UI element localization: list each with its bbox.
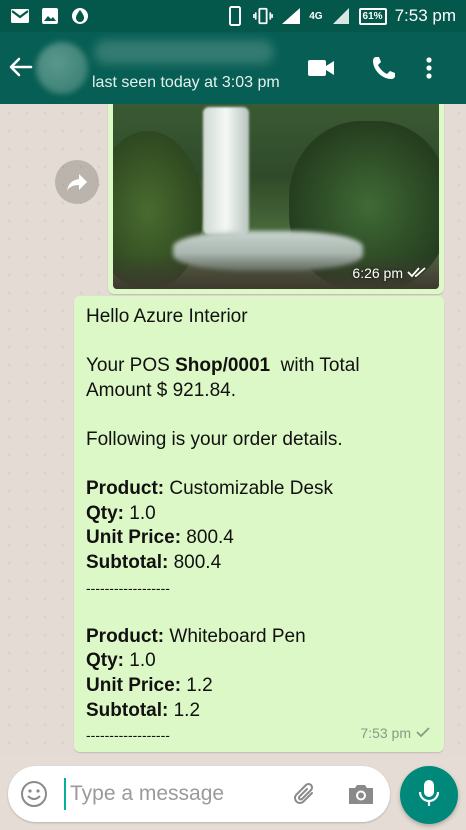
gmail-icon <box>10 7 30 25</box>
microphone-icon <box>417 778 441 813</box>
chat-area[interactable]: 6:26 pm Hello Azure Interior Your POS Sh… <box>0 104 466 756</box>
item-product: Whiteboard Pen <box>164 625 306 647</box>
attach-icon[interactable] <box>290 779 320 809</box>
gallery-icon <box>40 7 60 25</box>
image-message-time: 6:26 pm <box>352 265 427 281</box>
data-saver-icon <box>70 7 90 25</box>
video-call-icon[interactable] <box>306 54 336 82</box>
text-message-time: 7:53 pm <box>360 721 430 746</box>
signal-icon-2 <box>331 7 351 25</box>
message-input[interactable] <box>64 778 284 810</box>
more-options-icon[interactable] <box>424 54 454 82</box>
camera-icon[interactable] <box>346 780 376 808</box>
last-seen-text: last seen today at 3:03 pm <box>92 74 280 91</box>
order-item: Product: Customizable Desk Qty: 1.0 Unit… <box>86 477 432 600</box>
back-arrow-icon[interactable] <box>8 54 34 80</box>
text-message[interactable]: Hello Azure Interior Your POS Shop/0001 … <box>74 296 444 752</box>
item-subtotal: 1.2 <box>168 699 201 721</box>
item-unit-price: 800.4 <box>181 527 234 549</box>
item-separator: ------------------ <box>86 579 170 596</box>
network-type: 4G <box>309 10 323 22</box>
item-qty: 1.0 <box>124 502 156 524</box>
order-line-1: Your POS Shop/0001 with Total <box>86 355 360 377</box>
vibrate-icon <box>253 7 274 25</box>
status-bar: 4G 61% 7:53 pm <box>0 0 466 32</box>
message-composer <box>8 766 390 822</box>
order-reference: Shop/0001 <box>175 355 271 377</box>
image-message[interactable]: 6:26 pm <box>108 104 444 294</box>
item-unit-price: 1.2 <box>181 674 213 696</box>
order-line-3: Following is your order details. <box>86 428 343 450</box>
item-subtotal: 800.4 <box>168 551 222 573</box>
order-line-2: Amount $ 921.84. <box>86 379 236 401</box>
cast-icon <box>225 6 245 26</box>
emoji-icon[interactable] <box>20 780 48 808</box>
battery-icon: 61% <box>358 7 387 25</box>
contact-name-redacted[interactable] <box>94 40 274 64</box>
phone-call-icon[interactable] <box>370 54 400 82</box>
double-check-icon <box>407 265 427 281</box>
forward-icon[interactable] <box>55 160 99 204</box>
chat-header: last seen today at 3:03 pm <box>0 32 466 104</box>
single-check-icon <box>416 721 430 746</box>
item-qty: 1.0 <box>124 650 156 672</box>
greeting: Hello Azure Interior <box>86 306 248 327</box>
waterfall-photo[interactable]: 6:26 pm <box>113 104 439 289</box>
avatar[interactable] <box>36 42 88 94</box>
item-product: Customizable Desk <box>164 478 334 500</box>
status-time: 7:53 pm <box>394 6 456 25</box>
signal-icon <box>281 7 301 25</box>
voice-record-button[interactable] <box>400 766 458 824</box>
